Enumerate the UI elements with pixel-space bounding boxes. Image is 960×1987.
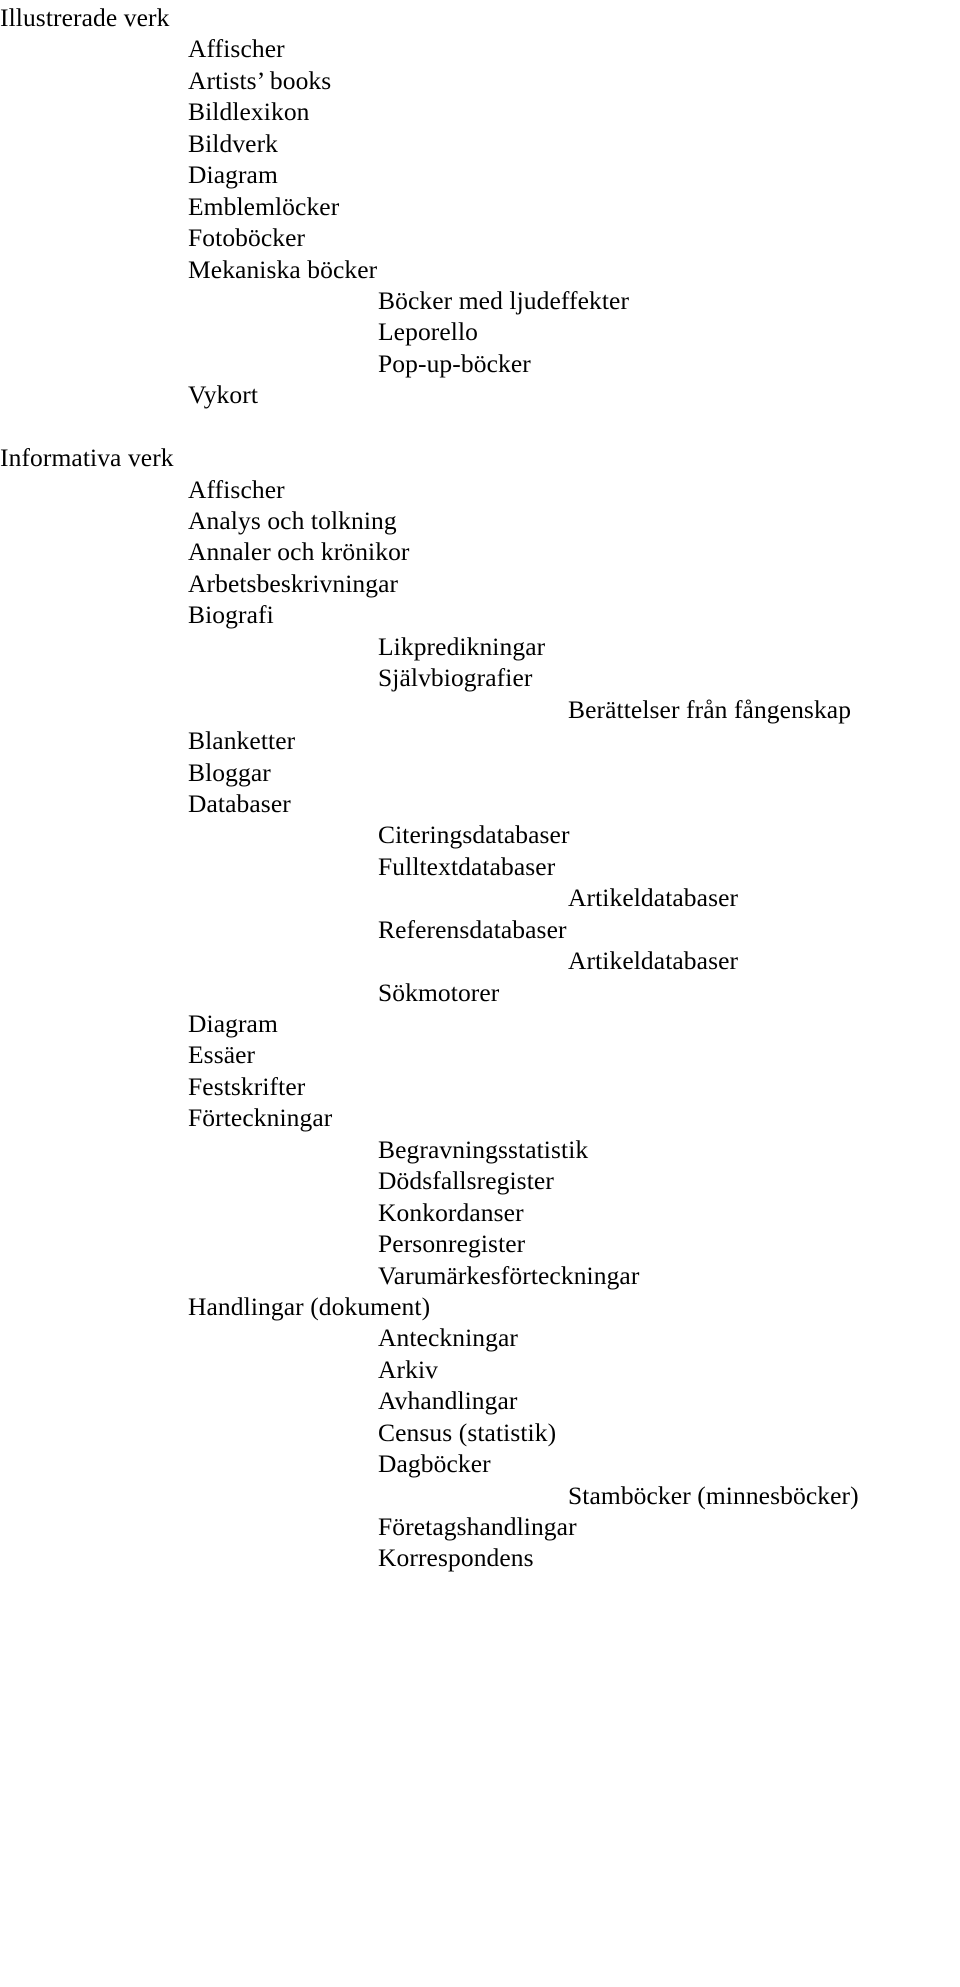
outline-item: Databaser <box>188 788 291 818</box>
outline-item: Affischer <box>188 474 285 504</box>
outline-item: Biografi <box>188 600 274 630</box>
outline-item: Varumärkesförteckningar <box>378 1260 640 1290</box>
outline-item: Likpredikningar <box>378 631 546 661</box>
outline-item: Arbetsbeskrivningar <box>188 568 399 598</box>
outline-item: Artists’ books <box>188 65 332 95</box>
outline-item: Arkiv <box>378 1354 438 1384</box>
outline-item: Anteckningar <box>378 1323 518 1353</box>
outline-item: Dagböcker <box>378 1449 491 1479</box>
outline-item: Fulltextdatabaser <box>378 851 556 881</box>
outline-item: Sökmotorer <box>378 977 500 1007</box>
outline-item: Artikeldatabaser <box>568 883 739 913</box>
outline-item: Självbiografier <box>378 663 533 693</box>
outline-item: Emblemlöcker <box>188 191 340 221</box>
outline-item: Stamböcker (minnesböcker) <box>568 1480 859 1510</box>
outline-item: Korrespondens <box>378 1543 534 1573</box>
outline-document: Illustrerade verk Affischer Artists’ books… <box>0 0 960 1574</box>
outline-blank-line <box>0 411 960 442</box>
outline-item: Census (statistik) <box>378 1417 557 1447</box>
outline-item: Bildlexikon <box>188 97 310 127</box>
outline-item: Vykort <box>188 380 259 410</box>
outline-item: Citeringsdatabaser <box>378 820 570 850</box>
outline-item: Bloggar <box>188 757 271 787</box>
outline-item: Berättelser från fångenskap <box>568 694 852 724</box>
outline-item: Leporello <box>378 317 479 347</box>
outline-heading: Illustrerade verk <box>0 3 170 32</box>
outline-item: Diagram <box>188 160 278 190</box>
outline-item: Fotoböcker <box>188 223 306 253</box>
outline-item: Avhandlingar <box>378 1386 518 1416</box>
outline-item: Personregister <box>378 1229 526 1259</box>
outline-item: Analys och tolkning <box>188 506 397 535</box>
outline-item: Förteckningar <box>188 1103 333 1133</box>
outline-item: Festskrifter <box>188 1071 306 1101</box>
outline-item: Böcker med ljudeffekter <box>378 285 630 315</box>
outline-item: Pop-up-böcker <box>378 348 531 378</box>
outline-item: Referensdatabaser <box>378 914 567 944</box>
outline-item: Dödsfallsregister <box>378 1166 554 1196</box>
outline-item: Essäer <box>188 1040 256 1070</box>
outline-heading: Informativa verk <box>0 443 174 473</box>
outline-item: Konkordanser <box>378 1197 524 1227</box>
outline-item: Annaler och krönikor <box>188 537 410 567</box>
outline-item: Artikeldatabaser <box>568 946 739 976</box>
outline-item: Företagshandlingar <box>378 1512 577 1541</box>
outline-item: Begravningsstatistik <box>378 1134 589 1164</box>
outline-item: Blanketter <box>188 726 296 756</box>
outline-item: Diagram <box>188 1009 278 1038</box>
outline-item: Handlingar (dokument) <box>188 1291 431 1321</box>
outline-item: Affischer <box>188 34 285 64</box>
outline-item: Bildverk <box>188 128 279 158</box>
outline-item: Mekaniska böcker <box>188 254 378 284</box>
